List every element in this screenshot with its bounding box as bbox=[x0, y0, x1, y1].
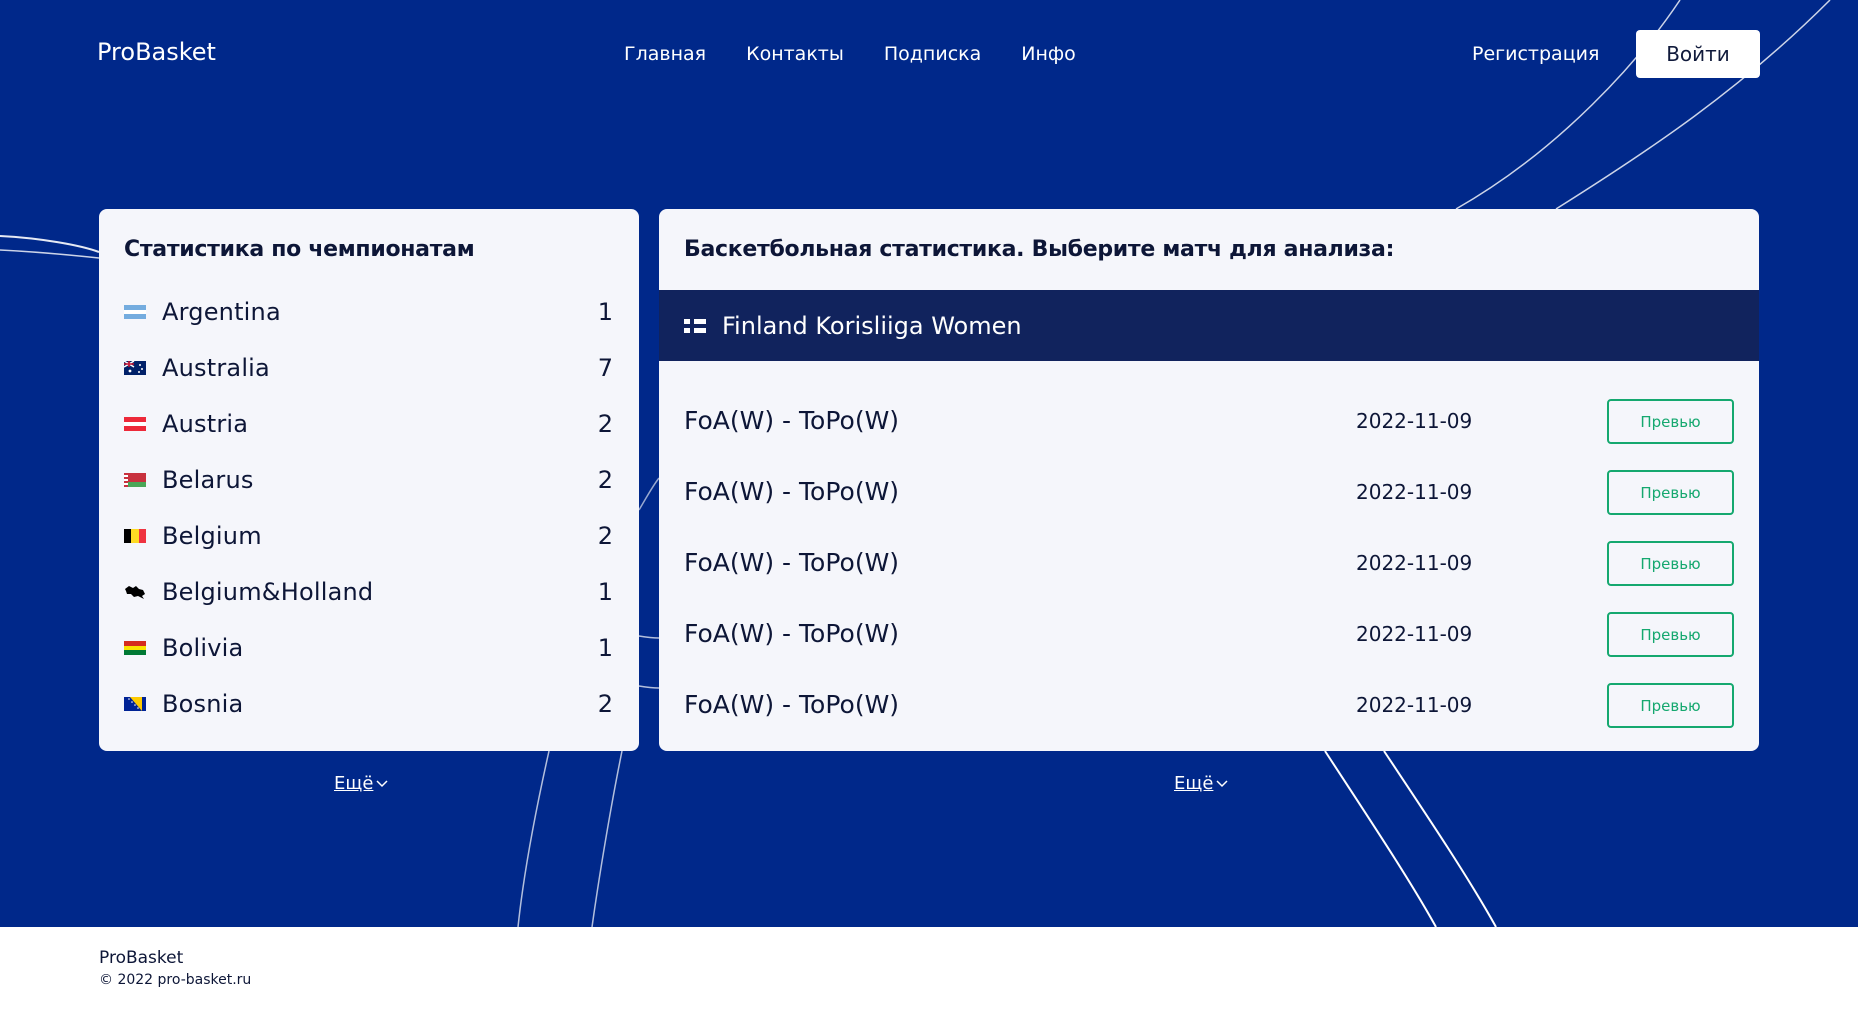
nav-contacts[interactable]: Контакты bbox=[746, 43, 844, 65]
argentina-flag-icon bbox=[124, 305, 146, 319]
country-name: Bosnia bbox=[162, 690, 244, 718]
matches-more-link[interactable]: Ещё bbox=[1174, 773, 1228, 794]
matches-card: Баскетбольная статистика. Выберите матч … bbox=[659, 209, 1759, 751]
site-logo[interactable]: ProBasket bbox=[97, 38, 216, 66]
championships-card: Статистика по чемпионатам Argentina 1 Au… bbox=[99, 209, 639, 751]
match-teams: FoA(W) - ToPo(W) bbox=[684, 619, 900, 648]
preview-button[interactable]: Превью bbox=[1607, 612, 1734, 657]
preview-button[interactable]: Превью bbox=[1607, 399, 1734, 444]
chevron-down-icon bbox=[376, 779, 388, 787]
country-name: Belarus bbox=[162, 466, 254, 494]
country-count: 1 bbox=[597, 634, 613, 662]
main-nav: Главная Контакты Подписка Инфо bbox=[624, 43, 1076, 65]
country-row-belgium-holland[interactable]: Belgium&Holland 1 bbox=[124, 564, 613, 620]
preview-button[interactable]: Превью bbox=[1607, 683, 1734, 728]
match-row[interactable]: FoA(W) - ToPo(W) 2022-11-09 Превью bbox=[659, 527, 1759, 598]
country-count: 2 bbox=[597, 410, 613, 438]
country-row-belgium[interactable]: Belgium 2 bbox=[124, 508, 613, 564]
country-name: Australia bbox=[162, 354, 270, 382]
belarus-flag-icon bbox=[124, 473, 146, 487]
footer-copyright: © 2022 pro-basket.ru bbox=[99, 972, 252, 988]
login-button[interactable]: Войти bbox=[1636, 30, 1760, 78]
finland-flag-icon bbox=[684, 318, 706, 333]
league-name: Finland Korisliiga Women bbox=[722, 311, 1022, 340]
australia-flag-icon bbox=[124, 361, 146, 375]
belgium-flag-icon bbox=[124, 529, 146, 543]
country-row-austria[interactable]: Austria 2 bbox=[124, 396, 613, 452]
match-date: 2022-11-09 bbox=[1356, 550, 1473, 575]
match-list: FoA(W) - ToPo(W) 2022-11-09 Превью FoA(W… bbox=[659, 385, 1759, 740]
country-row-bosnia[interactable]: Bosnia 2 bbox=[124, 676, 613, 732]
match-row[interactable]: FoA(W) - ToPo(W) 2022-11-09 Превью bbox=[659, 669, 1759, 740]
match-date: 2022-11-09 bbox=[1356, 692, 1473, 717]
country-count: 2 bbox=[597, 690, 613, 718]
nav-info[interactable]: Инфо bbox=[1021, 43, 1076, 65]
bosnia-flag-icon bbox=[124, 697, 146, 711]
match-teams: FoA(W) - ToPo(W) bbox=[684, 690, 900, 719]
country-row-australia[interactable]: Australia 7 bbox=[124, 340, 613, 396]
bolivia-flag-icon bbox=[124, 641, 146, 655]
country-count: 1 bbox=[597, 298, 613, 326]
championships-more-link[interactable]: Ещё bbox=[334, 773, 388, 794]
nav-subscription[interactable]: Подписка bbox=[884, 43, 981, 65]
country-count: 2 bbox=[597, 522, 613, 550]
more-label: Ещё bbox=[1174, 773, 1214, 794]
country-name: Belgium bbox=[162, 522, 262, 550]
country-row-argentina[interactable]: Argentina 1 bbox=[124, 284, 613, 340]
more-label: Ещё bbox=[334, 773, 374, 794]
chevron-down-icon bbox=[1216, 779, 1228, 787]
preview-button[interactable]: Превью bbox=[1607, 470, 1734, 515]
preview-button[interactable]: Превью bbox=[1607, 541, 1734, 586]
country-row-belarus[interactable]: Belarus 2 bbox=[124, 452, 613, 508]
match-teams: FoA(W) - ToPo(W) bbox=[684, 406, 900, 435]
match-row[interactable]: FoA(W) - ToPo(W) 2022-11-09 Превью bbox=[659, 456, 1759, 527]
match-teams: FoA(W) - ToPo(W) bbox=[684, 548, 900, 577]
footer-brand: ProBasket bbox=[99, 948, 184, 968]
benelux-map-icon bbox=[124, 585, 146, 599]
country-name: Belgium&Holland bbox=[162, 578, 374, 606]
country-name: Argentina bbox=[162, 298, 281, 326]
register-link[interactable]: Регистрация bbox=[1472, 43, 1599, 65]
league-header[interactable]: Finland Korisliiga Women bbox=[659, 290, 1759, 361]
match-teams: FoA(W) - ToPo(W) bbox=[684, 477, 900, 506]
match-date: 2022-11-09 bbox=[1356, 408, 1473, 433]
country-row-bolivia[interactable]: Bolivia 1 bbox=[124, 620, 613, 676]
country-count: 2 bbox=[597, 466, 613, 494]
matches-title: Баскетбольная статистика. Выберите матч … bbox=[684, 237, 1395, 262]
match-row[interactable]: FoA(W) - ToPo(W) 2022-11-09 Превью bbox=[659, 385, 1759, 456]
nav-home[interactable]: Главная bbox=[624, 43, 706, 65]
country-list: Argentina 1 Australia 7 Austria 2 Belaru… bbox=[124, 284, 613, 732]
austria-flag-icon bbox=[124, 417, 146, 431]
hero-section: ProBasket Главная Контакты Подписка Инфо… bbox=[0, 0, 1858, 927]
match-date: 2022-11-09 bbox=[1356, 479, 1473, 504]
country-count: 1 bbox=[597, 578, 613, 606]
country-name: Bolivia bbox=[162, 634, 244, 662]
championships-title: Статистика по чемпионатам bbox=[124, 237, 475, 262]
country-count: 7 bbox=[597, 354, 613, 382]
country-name: Austria bbox=[162, 410, 249, 438]
match-row[interactable]: FoA(W) - ToPo(W) 2022-11-09 Превью bbox=[659, 598, 1759, 669]
match-date: 2022-11-09 bbox=[1356, 621, 1473, 646]
